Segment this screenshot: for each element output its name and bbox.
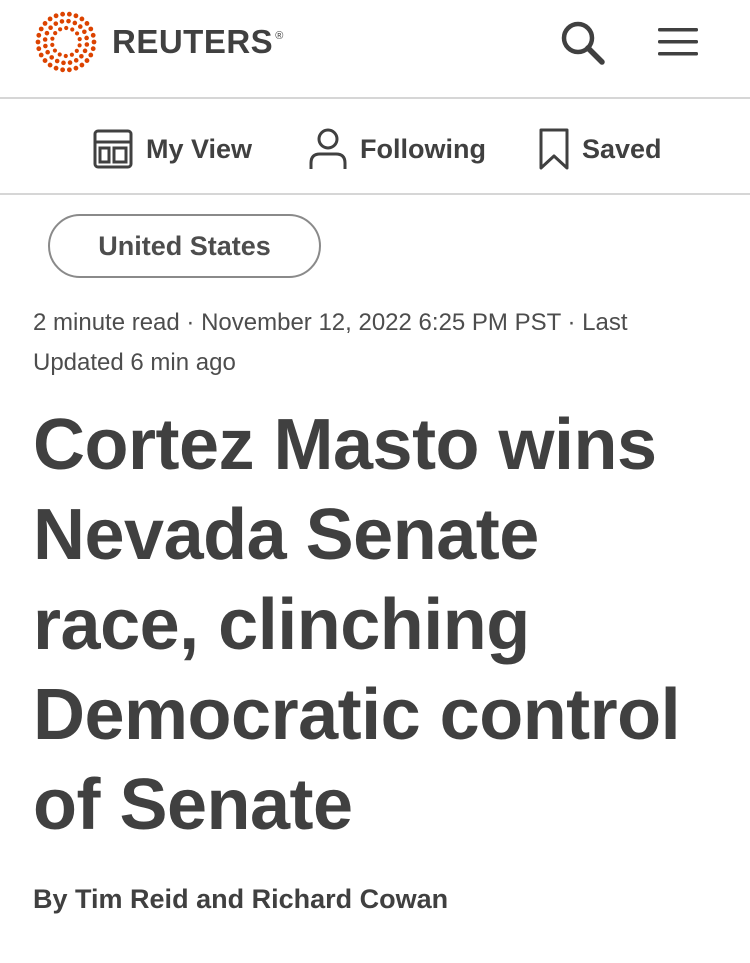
section-tag-united-states[interactable]: United States: [48, 214, 321, 278]
logo-wordmark: REUTERS ®: [112, 23, 284, 60]
nav-following-label: Following: [360, 133, 486, 164]
reuters-logo-mark: [35, 11, 97, 73]
nav-saved-label: Saved: [582, 133, 662, 164]
hamburger-menu-icon: [658, 28, 698, 56]
bookmark-icon: [539, 128, 569, 170]
top-bar: REUTERS ®: [0, 0, 750, 99]
reuters-logo[interactable]: REUTERS ®: [32, 10, 284, 74]
article-meta: 2 minute read · November 12, 2022 6:25 P…: [33, 309, 628, 376]
search-icon: [561, 21, 605, 65]
search-button[interactable]: [556, 16, 608, 68]
nav-my-view-label: My View: [146, 133, 253, 164]
secondary-nav: My View Following Saved: [0, 101, 750, 195]
byline: By Tim Reid and Richard Cowan: [33, 884, 448, 915]
author-link[interactable]: Richard Cowan: [252, 884, 449, 914]
byline-prefix: By: [33, 884, 68, 914]
person-icon: [309, 128, 347, 169]
byline-joiner: and: [196, 884, 245, 914]
author-link[interactable]: Tim Reid: [75, 884, 189, 914]
nav-saved[interactable]: Saved: [538, 125, 662, 173]
nav-my-view[interactable]: My View: [92, 125, 252, 173]
menu-button[interactable]: [652, 16, 704, 68]
nav-following[interactable]: Following: [308, 125, 486, 173]
my-view-icon: [93, 129, 133, 169]
article-headline: Cortez Masto wins Nevada Senate race, cl…: [33, 405, 681, 845]
